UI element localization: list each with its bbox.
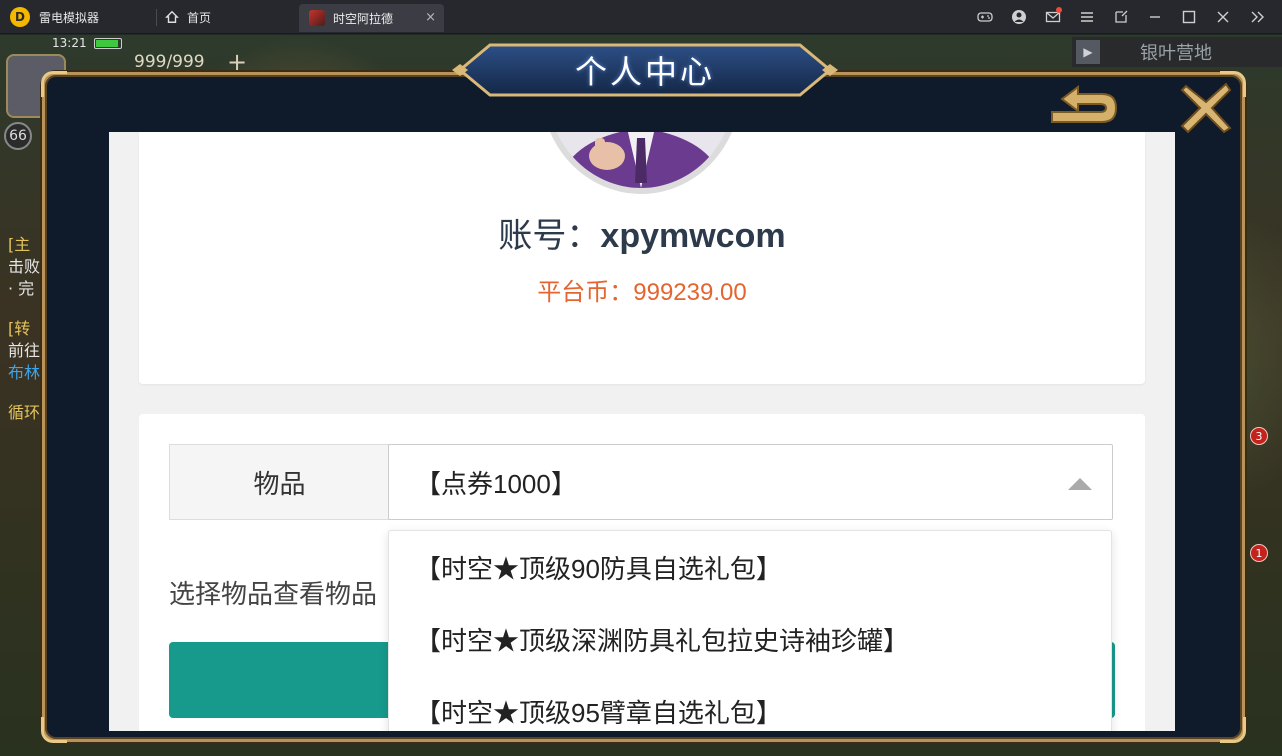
app-brand[interactable]: D 雷电模拟器 [10, 7, 99, 27]
item-select[interactable]: 【点券1000】 [388, 444, 1113, 520]
tab-close-icon[interactable]: × [425, 10, 436, 25]
battery-icon [94, 38, 122, 49]
item-select-value: 【点券1000】 [415, 468, 577, 499]
item-field-label: 物品 [169, 444, 389, 520]
maximize-icon[interactable] [1172, 6, 1206, 28]
emulator-logo-icon: D [10, 7, 30, 27]
titlebar-divider [156, 9, 157, 26]
return-arrow-icon [1051, 85, 1118, 123]
account-label: 账号： [498, 217, 601, 255]
dropdown-option[interactable]: 【时空★顶级90防具自选礼包】 [389, 531, 1111, 603]
modal-title: 个人中心 [574, 53, 715, 91]
tab-home-label: 首页 [187, 10, 212, 25]
emulator-titlebar: D 雷电模拟器 首页 时空阿拉德 × [0, 0, 1282, 34]
hud-time: 13:21 [52, 36, 87, 50]
home-icon [165, 10, 179, 23]
modal-corner-ornament [1220, 717, 1246, 743]
location-name: 银叶营地 [1140, 43, 1212, 64]
close-icon[interactable] [1206, 6, 1240, 28]
player-level-badge: 66 [4, 122, 32, 150]
tab-game[interactable]: 时空阿拉德 × [299, 4, 444, 32]
minimize-icon[interactable] [1138, 6, 1172, 28]
close-x-icon [1180, 82, 1232, 134]
close-modal-button[interactable] [1178, 80, 1234, 136]
tab-home[interactable]: 首页 [165, 7, 211, 27]
game-app-icon [309, 10, 325, 26]
back-button[interactable] [1042, 84, 1122, 134]
coin-value: 999239.00 [633, 279, 747, 306]
user-avatar [541, 132, 741, 194]
location-bar[interactable]: ▶ 银叶营地 [1072, 37, 1282, 67]
item-hint-text: 选择物品查看物品 [169, 579, 378, 609]
dropdown-option[interactable]: 【时空★顶级95臂章自选礼包】 [389, 675, 1111, 731]
modal-corner-ornament [41, 717, 67, 743]
tab-game-label: 时空阿拉德 [333, 11, 394, 26]
menu-icon[interactable] [1070, 6, 1104, 28]
personal-center-content: 账号：xpymwcom 平台币：999239.00 物品 【点券1000】 选择… [109, 132, 1175, 731]
expand-arrow-icon[interactable]: ▶ [1076, 40, 1100, 64]
expand-icon[interactable] [1104, 6, 1138, 28]
avatar-image [547, 132, 735, 188]
profile-card: 账号：xpymwcom 平台币：999239.00 [139, 132, 1145, 384]
gamepad-icon[interactable] [968, 6, 1002, 28]
notification-badge: 3 [1250, 427, 1268, 445]
item-dropdown-list: 【时空★顶级90防具自选礼包】 【时空★顶级深渊防具礼包拉史诗袖珍罐】 【时空★… [388, 530, 1112, 731]
window-controls [968, 6, 1274, 28]
notification-dot [1056, 7, 1062, 13]
dropdown-option[interactable]: 【时空★顶级深渊防具礼包拉史诗袖珍罐】 [389, 603, 1111, 675]
platform-coin-line: 平台币：999239.00 [139, 272, 1145, 307]
hud-resource: 999/999 [134, 52, 205, 72]
notification-badge: 1 [1250, 544, 1268, 562]
user-icon[interactable] [1002, 6, 1036, 28]
account-line: 账号：xpymwcom [139, 208, 1145, 257]
modal-corner-ornament [41, 71, 67, 97]
more-icon[interactable] [1240, 6, 1274, 28]
account-value: xpymwcom [600, 217, 786, 255]
caret-up-icon [1068, 478, 1092, 490]
app-name: 雷电模拟器 [39, 10, 100, 25]
modal-title-plate: 个人中心 [450, 42, 840, 98]
mail-icon[interactable] [1036, 6, 1070, 28]
coin-label: 平台币： [537, 279, 634, 306]
